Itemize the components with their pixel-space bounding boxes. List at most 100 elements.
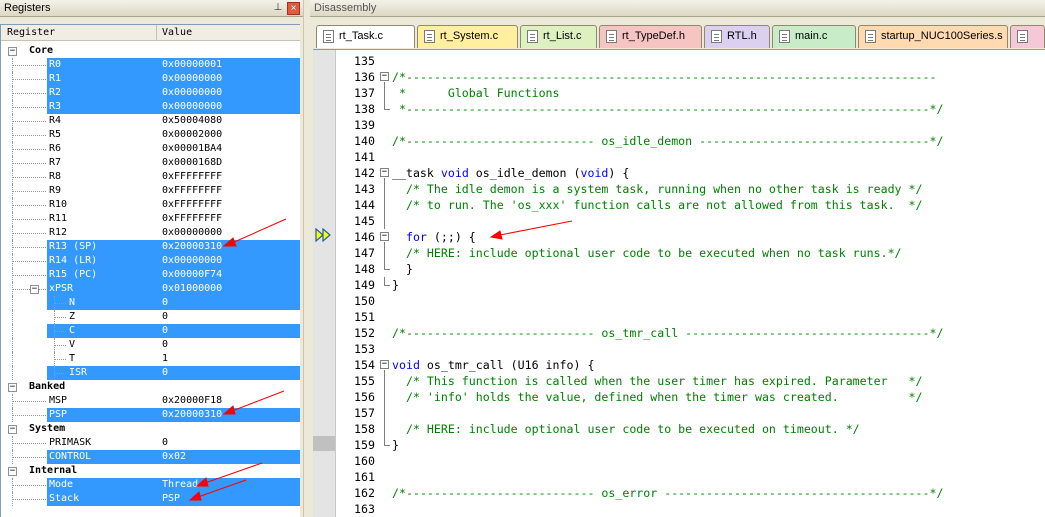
code-line[interactable]: } (392, 437, 399, 453)
close-icon[interactable]: × (287, 2, 300, 15)
register-value[interactable]: 0 (162, 436, 168, 450)
register-group-row[interactable]: − System (1, 422, 300, 436)
register-value[interactable]: Thread (162, 478, 198, 492)
register-row[interactable]: R3 0x00000000 (1, 100, 300, 114)
panel-splitter[interactable] (303, 0, 310, 517)
register-row[interactable]: V0 (1, 338, 300, 352)
register-row[interactable]: R7 0x0000168D (1, 156, 300, 170)
register-row[interactable]: N0 (1, 296, 300, 310)
fold-toggle-icon[interactable]: − (380, 168, 389, 177)
registers-tree[interactable]: Register Value − Core R0 0x00000001 R1 0x0000… (0, 24, 300, 517)
register-row[interactable]: R13 (SP) 0x20000310 (1, 240, 300, 254)
file-tab[interactable] (1010, 25, 1045, 48)
code-line[interactable]: /* This function is called when the user… (392, 373, 923, 389)
code-line[interactable]: /* The idle demon is a system task, runn… (392, 181, 923, 197)
register-row[interactable]: PSP 0x20000310 (1, 408, 300, 422)
file-tab[interactable]: main.c (772, 25, 856, 48)
register-row[interactable]: R4 0x50004080 (1, 114, 300, 128)
register-value[interactable]: 0x00002000 (162, 128, 222, 142)
register-row[interactable]: T1 (1, 352, 300, 366)
fold-column[interactable]: − − − − (378, 50, 392, 517)
register-value[interactable]: 1 (162, 352, 168, 366)
register-value[interactable]: 0x00001BA4 (162, 142, 222, 156)
code-line[interactable]: /*--------------------------- os_tmr_cal… (392, 325, 943, 341)
code-line[interactable]: } (392, 261, 413, 277)
collapse-toggle-icon[interactable]: − (8, 383, 17, 392)
register-row[interactable]: ISR 0 (1, 366, 300, 380)
register-row[interactable]: Z0 (1, 310, 300, 324)
code-line[interactable]: for (;;) { (392, 229, 476, 245)
register-row[interactable]: C0 (1, 324, 300, 338)
pin-icon[interactable]: ⊥ (272, 1, 284, 15)
register-row[interactable]: Stack PSP (1, 492, 300, 506)
file-tab[interactable]: rt_System.c (417, 25, 518, 48)
file-tab[interactable]: rt_List.c (520, 25, 597, 48)
code-line[interactable]: /*--------------------------- os_idle_de… (392, 133, 943, 149)
register-row[interactable]: R8 0xFFFFFFFF (1, 170, 300, 184)
file-tab[interactable]: RTL.h (704, 25, 770, 48)
register-value[interactable]: 0 (162, 324, 168, 338)
register-row[interactable]: MSP 0x20000F18 (1, 394, 300, 408)
register-row[interactable]: R9 0xFFFFFFFF (1, 184, 300, 198)
register-row[interactable]: R10 0xFFFFFFFF (1, 198, 300, 212)
column-divider[interactable] (156, 25, 157, 41)
register-value[interactable]: 0 (162, 338, 168, 352)
register-row[interactable]: R6 0x00001BA4 (1, 142, 300, 156)
file-tab[interactable]: rt_Task.c (316, 25, 415, 48)
file-tab[interactable]: rt_TypeDef.h (599, 25, 702, 48)
code-line[interactable]: *---------------------------------------… (392, 101, 943, 117)
code-line[interactable]: * Global Functions (392, 85, 560, 101)
register-value[interactable]: 0 (162, 366, 168, 380)
register-value[interactable]: 0x00000000 (162, 254, 222, 268)
register-row[interactable]: R2 0x00000000 (1, 86, 300, 100)
code-line[interactable]: __task void os_idle_demon (void) { (392, 165, 629, 181)
register-value[interactable]: 0x00000F74 (162, 268, 222, 282)
register-row[interactable]: R0 0x00000001 (1, 58, 300, 72)
register-row[interactable]: − xPSR 0x01000000 (1, 282, 300, 296)
fold-toggle-icon[interactable]: − (380, 232, 389, 241)
register-value[interactable]: 0x20000F18 (162, 394, 222, 408)
column-header-value[interactable]: Value (162, 26, 192, 40)
register-value[interactable]: 0xFFFFFFFF (162, 212, 222, 226)
register-value[interactable]: 0x00000000 (162, 226, 222, 240)
register-value[interactable]: 0x20000310 (162, 240, 222, 254)
code-line[interactable]: /*--------------------------------------… (392, 69, 936, 85)
file-tab[interactable]: startup_NUC100Series.s (858, 25, 1008, 48)
register-row[interactable]: R11 0xFFFFFFFF (1, 212, 300, 226)
register-value[interactable]: 0xFFFFFFFF (162, 198, 222, 212)
register-value[interactable]: 0xFFFFFFFF (162, 170, 222, 184)
register-value[interactable]: 0xFFFFFFFF (162, 184, 222, 198)
register-row[interactable]: R5 0x00002000 (1, 128, 300, 142)
register-value[interactable]: 0 (162, 296, 168, 310)
collapse-toggle-icon[interactable]: − (8, 467, 17, 476)
register-value[interactable]: 0x0000168D (162, 156, 222, 170)
code-line[interactable]: /* HERE: include optional user code to b… (392, 421, 860, 437)
code-line[interactable]: /*--------------------------- os_error -… (392, 485, 943, 501)
register-row[interactable]: R14 (LR) 0x00000000 (1, 254, 300, 268)
breakpoint-gutter[interactable] (313, 50, 336, 517)
register-value[interactable]: 0x00000001 (162, 58, 222, 72)
register-row[interactable]: Mode Thread (1, 478, 300, 492)
code-area[interactable]: /*--------------------------------------… (392, 50, 1045, 517)
collapse-toggle-icon[interactable]: − (8, 425, 17, 434)
register-value[interactable]: PSP (162, 492, 180, 506)
register-value[interactable]: 0x00000000 (162, 100, 222, 114)
register-group-row[interactable]: − Core (1, 44, 300, 58)
register-row[interactable]: R15 (PC) 0x00000F74 (1, 268, 300, 282)
fold-toggle-icon[interactable]: − (380, 72, 389, 81)
register-value[interactable]: 0x00000000 (162, 86, 222, 100)
code-line[interactable]: /* 'info' holds the value, defined when … (392, 389, 923, 405)
register-row[interactable]: CONTROL 0x02 (1, 450, 300, 464)
code-line[interactable]: void os_tmr_call (U16 info) { (392, 357, 594, 373)
column-header-register[interactable]: Register (7, 26, 55, 40)
code-line[interactable]: } (392, 277, 399, 293)
register-value[interactable]: 0 (162, 310, 168, 324)
code-line[interactable]: /* HERE: include optional user code to b… (392, 245, 902, 261)
collapse-toggle-icon[interactable]: − (30, 285, 39, 294)
collapse-toggle-icon[interactable]: − (8, 47, 17, 56)
code-editor[interactable]: 135 136 137 138 139 140 141 142 143 144 145 146 147 1… (313, 49, 1045, 517)
register-value[interactable]: 0x20000310 (162, 408, 222, 422)
register-row[interactable]: R1 0x00000000 (1, 72, 300, 86)
register-value[interactable]: 0x01000000 (162, 282, 222, 296)
register-group-row[interactable]: − Banked (1, 380, 300, 394)
